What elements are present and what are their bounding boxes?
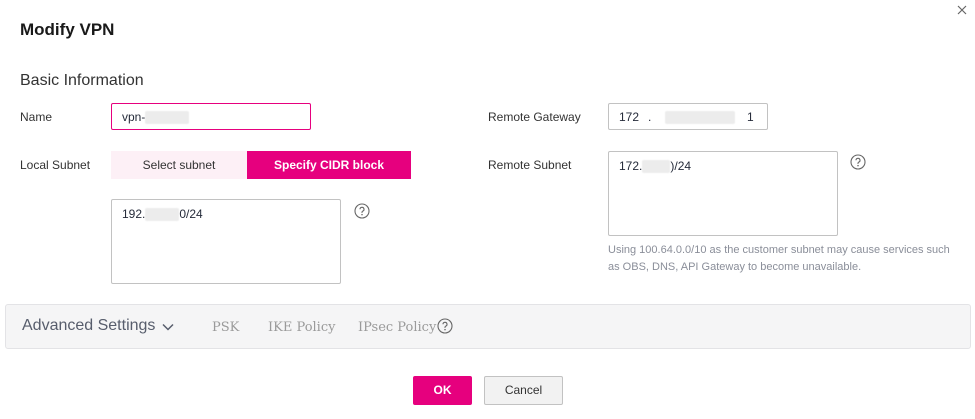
local-cidr-textarea[interactable]: 192. 0/24 <box>111 199 341 284</box>
dialog-title: Modify VPN <box>20 20 115 39</box>
remote-gateway-input[interactable]: 172 . 1 <box>608 103 768 130</box>
chevron-down-icon[interactable] <box>161 320 175 339</box>
redacted-text <box>145 111 190 125</box>
advanced-settings-toggle[interactable]: Advanced Settings <box>22 317 155 335</box>
local-cidr-prefix: 192. <box>122 207 146 221</box>
remote-gateway-dot: . <box>648 110 652 124</box>
ok-button[interactable]: OK <box>413 376 472 405</box>
section-title-basic-information: Basic Information <box>20 72 144 89</box>
redacted-text <box>642 160 671 174</box>
remote-subnet-suffix: )/24 <box>670 159 692 173</box>
question-circle-icon[interactable] <box>437 318 453 334</box>
specify-cidr-block-tab[interactable]: Specify CIDR block <box>247 151 411 179</box>
name-input[interactable]: vpn- <box>111 103 311 130</box>
remote-gateway-octet-last: 1 <box>747 110 754 124</box>
redacted-text <box>145 208 180 222</box>
select-subnet-tab[interactable]: Select subnet <box>111 151 247 179</box>
remote-subnet-prefix: 172. <box>619 159 643 173</box>
local-cidr-suffix: 0/24 <box>179 207 203 221</box>
remote-subnet-hint: Using 100.64.0.0/10 as the customer subn… <box>608 244 950 273</box>
name-label: Name <box>20 110 53 124</box>
question-circle-icon[interactable] <box>354 203 370 219</box>
question-circle-icon[interactable] <box>850 154 866 170</box>
local-subnet-label: Local Subnet <box>20 158 91 172</box>
remote-gateway-octet-1: 172 <box>619 110 640 124</box>
modify-vpn-dialog: Modify VPN Basic Information Name vpn- L… <box>0 0 975 419</box>
remote-subnet-textarea[interactable]: 172. )/24 <box>608 151 838 236</box>
redacted-text <box>665 111 735 124</box>
tab-ipsec-policy[interactable]: IPsec Policy <box>358 320 436 335</box>
cancel-button[interactable]: Cancel <box>484 376 563 405</box>
remote-gateway-label: Remote Gateway <box>488 110 581 124</box>
remote-subnet-label: Remote Subnet <box>488 158 572 172</box>
tab-ike-policy[interactable]: IKE Policy <box>268 320 335 335</box>
close-icon[interactable] <box>954 2 970 18</box>
tab-psk[interactable]: PSK <box>212 320 239 335</box>
name-input-value: vpn- <box>122 110 146 124</box>
advanced-settings-bar: Advanced Settings PSK IKE Policy IPsec P… <box>5 304 971 349</box>
